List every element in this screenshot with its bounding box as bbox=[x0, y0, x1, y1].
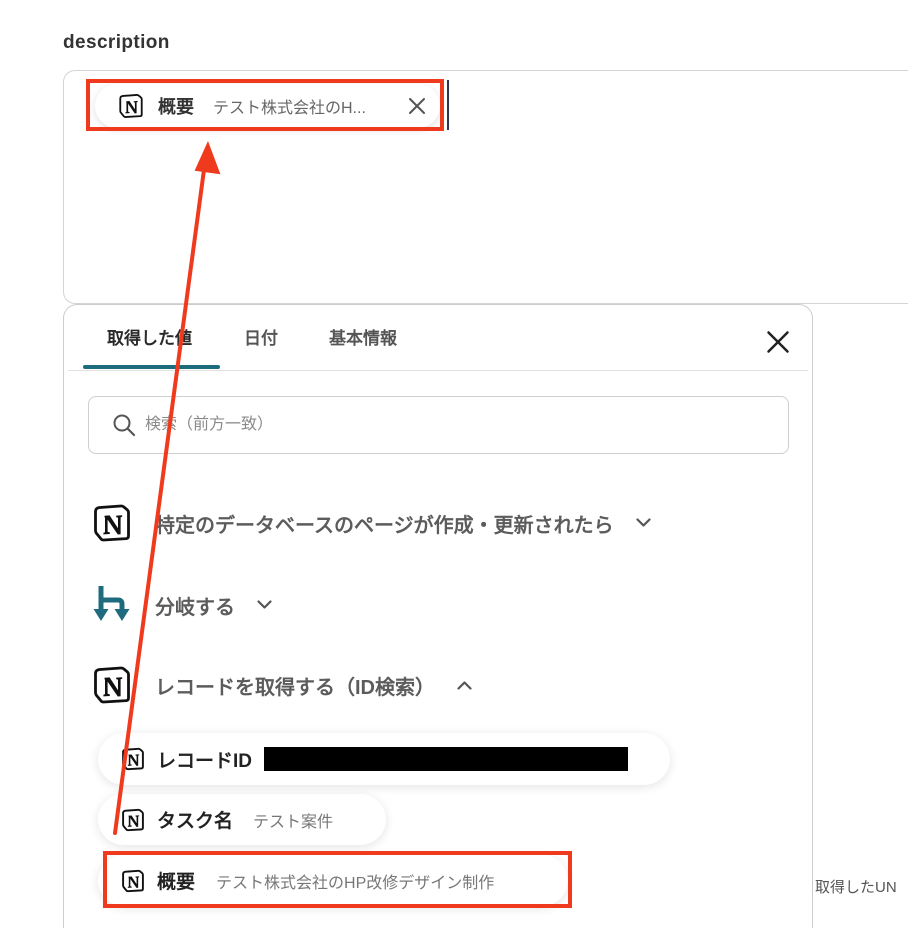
tab-divider bbox=[68, 370, 808, 371]
section-database-trigger[interactable]: 特定のデータベースのページが作成・更新されたら bbox=[92, 503, 651, 543]
notion-icon bbox=[122, 808, 144, 831]
tab-date[interactable]: 日付 bbox=[244, 328, 278, 350]
notion-icon bbox=[94, 666, 130, 704]
tab-retrieved-values[interactable]: 取得した値 bbox=[107, 328, 192, 350]
item-summary[interactable]: 概要 テスト株式会社のHP改修デザイン制作 bbox=[98, 855, 568, 906]
chevron-up-icon bbox=[457, 681, 472, 690]
search-box bbox=[88, 396, 789, 454]
section-label: 分岐する bbox=[155, 596, 235, 619]
section-label: レコードを取得する（ID検索） bbox=[155, 676, 435, 699]
chevron-down-icon bbox=[257, 600, 272, 609]
chevron-down-icon bbox=[636, 518, 651, 527]
item-value: テスト株式会社のHP改修デザイン制作 bbox=[216, 874, 495, 892]
tab-basic-info[interactable]: 基本情報 bbox=[329, 328, 397, 350]
section-label: 特定のデータベースのページが作成・更新されたら bbox=[155, 514, 614, 537]
item-title: レコードID bbox=[157, 750, 253, 772]
notion-icon bbox=[94, 504, 130, 542]
chip-value: テスト株式会社のH... bbox=[213, 100, 366, 117]
value-chip[interactable]: 概要 テスト株式会社のH... bbox=[95, 84, 440, 128]
section-get-record[interactable]: レコードを取得する（ID検索） bbox=[92, 665, 472, 705]
close-icon[interactable] bbox=[408, 97, 426, 115]
item-record-id[interactable]: レコードID bbox=[98, 733, 670, 785]
notion-icon bbox=[122, 747, 144, 771]
close-icon[interactable] bbox=[766, 330, 790, 354]
redacted-value bbox=[264, 747, 629, 771]
value-picker-panel: 取得した値 日付 基本情報 特定のデータベースのページが作成・更新されたら bbox=[63, 304, 813, 928]
notion-icon bbox=[122, 869, 144, 892]
chip-title: 概要 bbox=[158, 97, 194, 117]
page: description 概要 テスト株式会社のH... 取得した値 日付 基本情… bbox=[0, 0, 908, 928]
field-label: description bbox=[63, 32, 170, 53]
section-branch[interactable]: 分岐する bbox=[92, 585, 272, 625]
item-value: テスト案件 bbox=[253, 813, 334, 831]
text-cursor bbox=[447, 80, 449, 130]
search-input[interactable] bbox=[89, 397, 788, 453]
active-tab-indicator bbox=[83, 365, 220, 369]
branch-icon bbox=[93, 586, 130, 621]
notion-icon bbox=[119, 94, 143, 118]
side-text: 取得したUN bbox=[815, 879, 897, 896]
item-title: 概要 bbox=[157, 872, 196, 893]
item-task-name[interactable]: タスク名 テスト案件 bbox=[98, 794, 386, 845]
item-title: タスク名 bbox=[157, 811, 234, 832]
